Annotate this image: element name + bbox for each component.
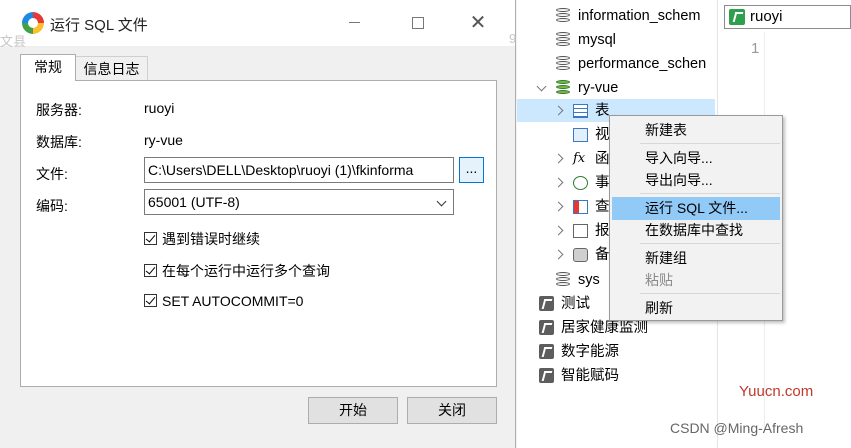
menu-item-refresh[interactable]: 刷新 — [645, 297, 673, 319]
chevron-down-icon — [436, 196, 447, 207]
checkbox-checked-icon — [144, 264, 157, 277]
tree-item-queries[interactable]: 查 — [595, 196, 610, 218]
dialog-titlebar: 运行 SQL 文件 ✕ — [0, 0, 515, 46]
database-icon — [556, 272, 570, 288]
tree-item-mysql[interactable]: mysql — [578, 29, 616, 51]
tree-item-functions[interactable]: 函 — [595, 148, 610, 170]
connection-icon — [539, 368, 554, 383]
tree-item-sys[interactable]: sys — [578, 269, 600, 291]
line-number: 1 — [751, 40, 760, 57]
database-label: 数据库: — [36, 134, 82, 150]
close-button[interactable]: 关闭 — [407, 397, 497, 424]
maximize-button[interactable] — [395, 6, 441, 38]
minimize-button[interactable] — [331, 6, 377, 38]
report-icon — [573, 224, 588, 238]
table-icon — [573, 104, 588, 118]
encoding-selected-value: 65001 (UTF-8) — [148, 194, 240, 210]
menu-separator — [640, 243, 780, 244]
encoding-label: 编码: — [36, 198, 68, 214]
csdn-watermark: CSDN @Ming-Afresh — [670, 420, 804, 436]
dialog-title: 运行 SQL 文件 — [50, 17, 148, 34]
connection-icon — [539, 344, 554, 359]
menu-item-paste: 粘贴 — [645, 272, 673, 288]
menu-separator — [640, 193, 780, 194]
tree-item-performance-schema[interactable]: performance_schen — [578, 53, 706, 75]
connection-selector[interactable]: ruoyi — [724, 5, 851, 29]
browse-file-button[interactable]: ... — [459, 157, 484, 183]
tree-item-events[interactable]: 事 — [595, 172, 610, 194]
close-window-button[interactable]: ✕ — [455, 6, 501, 38]
tab-info-log[interactable]: 信息日志 — [76, 56, 148, 80]
tree-item-connection[interactable]: 智能赋码 — [561, 365, 619, 387]
menu-item-export-wizard[interactable]: 导出向导... — [645, 169, 713, 191]
tree-item-connection[interactable]: 数字能源 — [561, 341, 619, 363]
clock-icon — [573, 176, 588, 190]
tree-item-information-schema[interactable]: information_schem — [578, 5, 701, 27]
database-icon — [556, 56, 570, 72]
menu-item-import-wizard[interactable]: 导入向导... — [645, 147, 713, 169]
database-icon — [556, 8, 570, 24]
background-ghost-text: 9 — [509, 31, 517, 46]
view-icon — [573, 128, 588, 142]
menu-item-new-group[interactable]: 新建组 — [645, 247, 687, 269]
checkbox-label: SET AUTOCOMMIT=0 — [162, 293, 304, 309]
tree-item-views[interactable]: 视 — [595, 124, 610, 146]
tree-item-reports[interactable]: 报 — [595, 220, 610, 242]
file-path-input[interactable]: C:\Users\DELL\Desktop\ruoyi (1)\fkinform… — [144, 157, 454, 183]
checkbox-label: 在每个运行中运行多个查询 — [162, 263, 330, 279]
multiple-queries-checkbox[interactable]: 在每个运行中运行多个查询 — [144, 261, 330, 281]
database-icon — [556, 32, 570, 48]
menu-item-new-table[interactable]: 新建表 — [645, 119, 687, 141]
tree-item-backups[interactable]: 备 — [595, 244, 610, 266]
tree-item-tables[interactable]: 表 — [595, 100, 610, 122]
menu-separator — [640, 293, 780, 294]
menu-separator — [640, 143, 780, 144]
database-open-icon — [556, 80, 570, 96]
context-menu: 新建表 导入向导... 导出向导... 运行 SQL 文件... 在数据库中查找… — [609, 115, 783, 321]
encoding-select[interactable]: 65001 (UTF-8) — [144, 189, 454, 215]
checkbox-checked-icon — [144, 232, 157, 245]
general-panel: 服务器: ruoyi 数据库: ry-vue 文件: C:\Users\DELL… — [20, 80, 497, 387]
tree-item-ry-vue[interactable]: ry-vue — [578, 77, 618, 99]
server-label: 服务器: — [36, 102, 82, 118]
run-sql-file-dialog: 运行 SQL 文件 ✕ 文县 9 常规 信息日志 服务器: ruoyi 数据库:… — [0, 0, 516, 448]
close-icon: ✕ — [469, 10, 487, 34]
menu-item-find-in-database[interactable]: 在数据库中查找 — [645, 219, 743, 241]
tree-item-connection[interactable]: 测试 — [561, 293, 590, 315]
checkbox-label: 遇到错误时继续 — [162, 231, 260, 247]
menu-item-run-sql-file[interactable]: 运行 SQL 文件... — [645, 197, 748, 219]
autocommit-checkbox[interactable]: SET AUTOCOMMIT=0 — [144, 293, 303, 309]
server-value: ruoyi — [144, 100, 175, 116]
background-ghost-text: 文县 — [0, 34, 27, 49]
maximize-icon — [412, 17, 424, 29]
connection-selector-label: ruoyi — [750, 8, 783, 25]
query-icon — [573, 200, 588, 214]
minimize-icon — [348, 22, 360, 23]
continue-on-error-checkbox[interactable]: 遇到错误时继续 — [144, 229, 260, 249]
backup-icon — [573, 248, 588, 262]
function-icon: fx — [573, 151, 586, 166]
site-watermark: Yuucn.com — [739, 383, 814, 400]
connection-icon — [729, 9, 745, 25]
start-button[interactable]: 开始 — [308, 397, 398, 424]
checkbox-checked-icon — [144, 294, 157, 307]
tab-general[interactable]: 常规 — [20, 54, 76, 81]
connection-icon — [539, 296, 554, 311]
database-value: ry-vue — [144, 132, 183, 148]
file-label: 文件: — [36, 166, 68, 182]
connection-icon — [539, 320, 554, 335]
